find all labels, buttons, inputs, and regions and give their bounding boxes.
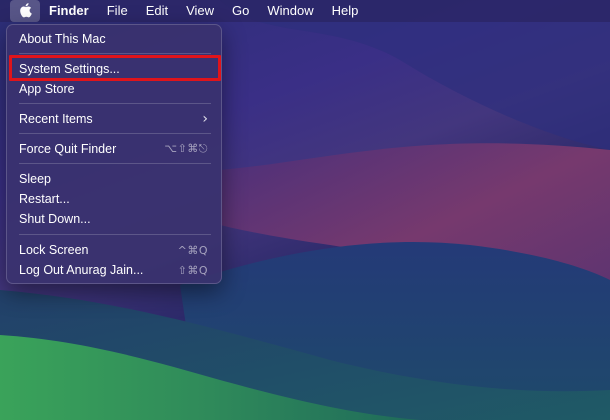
- menu-item-lock-screen[interactable]: Lock Screen ^⌘Q: [12, 240, 216, 260]
- menu-view[interactable]: View: [177, 0, 223, 22]
- apple-menu-button[interactable]: [10, 0, 40, 22]
- menu-item-recent-items[interactable]: Recent Items ›: [12, 109, 216, 129]
- apple-menu-dropdown: About This Mac System Settings... App St…: [6, 24, 222, 284]
- menu-bar: Finder File Edit View Go Window Help: [0, 0, 610, 22]
- menu-help[interactable]: Help: [323, 0, 368, 22]
- menu-item-label: Lock Screen: [19, 243, 89, 257]
- menu-separator: [19, 234, 211, 235]
- menu-item-label: Restart...: [19, 192, 70, 206]
- desktop: Finder File Edit View Go Window Help Abo…: [0, 0, 610, 420]
- menu-item-label: System Settings...: [19, 62, 120, 76]
- menu-window[interactable]: Window: [258, 0, 322, 22]
- menu-item-label: Shut Down...: [19, 212, 91, 226]
- menu-go[interactable]: Go: [223, 0, 258, 22]
- menu-separator: [19, 133, 211, 134]
- menu-item-app-store[interactable]: App Store: [12, 79, 216, 99]
- keyboard-shortcut: ⌥⇧⌘⎋: [164, 142, 208, 155]
- menu-item-label: Sleep: [19, 172, 51, 186]
- menu-item-label: About This Mac: [19, 32, 106, 46]
- menu-finder[interactable]: Finder: [40, 0, 98, 22]
- chevron-right-icon: ›: [202, 111, 208, 127]
- keyboard-shortcut: ^⌘Q: [177, 243, 208, 257]
- menu-item-label: Log Out Anurag Jain...: [19, 263, 144, 277]
- menu-item-label: Recent Items: [19, 112, 93, 126]
- menu-edit[interactable]: Edit: [137, 0, 177, 22]
- menu-item-force-quit[interactable]: Force Quit Finder ⌥⇧⌘⎋: [12, 139, 216, 159]
- menu-item-shut-down[interactable]: Shut Down...: [12, 209, 216, 229]
- menu-file[interactable]: File: [98, 0, 137, 22]
- menu-item-sleep[interactable]: Sleep: [12, 169, 216, 189]
- menu-item-restart[interactable]: Restart...: [12, 189, 216, 209]
- menu-separator: [19, 53, 211, 54]
- menu-item-system-settings[interactable]: System Settings...: [12, 59, 216, 79]
- menu-item-label: App Store: [19, 82, 75, 96]
- menu-item-label: Force Quit Finder: [19, 142, 117, 156]
- menu-item-log-out[interactable]: Log Out Anurag Jain... ⇧⌘Q: [12, 260, 216, 280]
- keyboard-shortcut: ⇧⌘Q: [177, 263, 208, 277]
- menu-separator: [19, 163, 211, 164]
- menu-item-about-this-mac[interactable]: About This Mac: [12, 29, 216, 49]
- apple-logo-icon: [18, 2, 32, 21]
- menu-separator: [19, 103, 211, 104]
